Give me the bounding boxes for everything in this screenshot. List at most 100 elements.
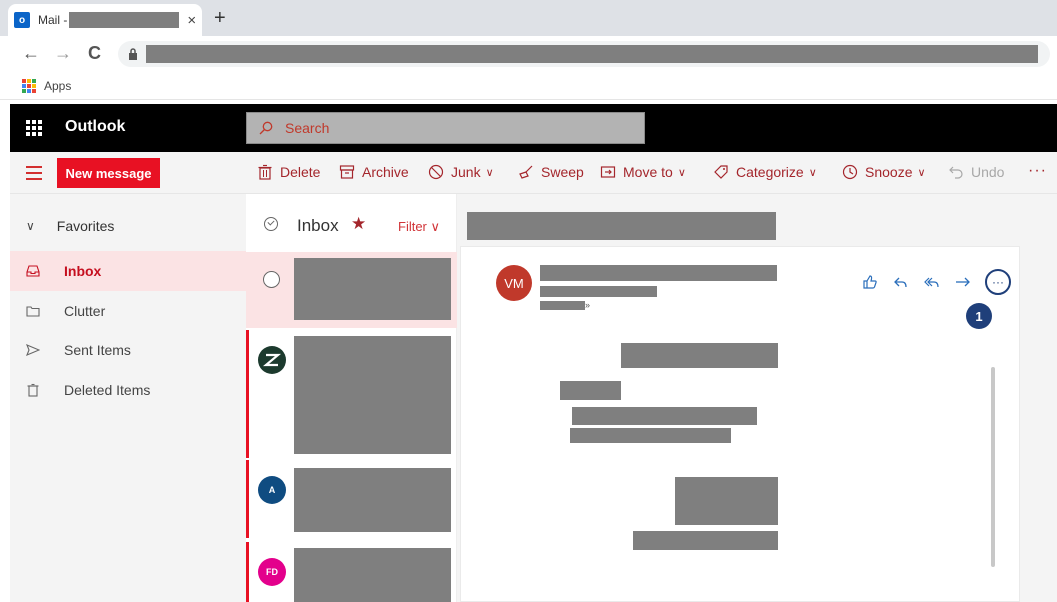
sidebar-item-clutter[interactable]: Clutter <box>10 291 246 331</box>
archive-icon <box>339 165 355 179</box>
junk-label: Junk <box>451 164 481 180</box>
zendesk-logo-icon <box>258 346 286 374</box>
chevron-down-icon: ∨ <box>485 166 494 179</box>
redacted-block <box>69 12 180 28</box>
redacted-sender <box>540 265 777 281</box>
sweep-label: Sweep <box>541 164 584 180</box>
reply-all-icon[interactable] <box>923 273 941 291</box>
redacted-subject <box>467 212 776 240</box>
folder-title: Inbox <box>297 216 339 235</box>
unread-indicator <box>246 460 249 538</box>
trash-icon <box>27 383 39 397</box>
address-bar[interactable] <box>118 41 1050 67</box>
like-icon[interactable] <box>861 273 879 291</box>
back-icon[interactable]: ← <box>22 43 40 64</box>
apps-bookmark[interactable]: Apps <box>44 79 71 93</box>
redacted-recipient <box>540 286 657 297</box>
avatar: A <box>258 476 286 504</box>
reload-icon[interactable]: C <box>88 43 101 64</box>
sweep-button[interactable]: Sweep <box>518 164 584 180</box>
favorite-star-icon[interactable]: ★ <box>351 214 366 234</box>
select-radio[interactable] <box>263 271 280 288</box>
avatar: FD <box>258 558 286 586</box>
select-all-icon[interactable] <box>264 217 278 231</box>
forward-icon[interactable]: → <box>54 43 72 64</box>
inbox-icon <box>26 265 40 277</box>
trash-icon <box>258 164 272 180</box>
redacted-block <box>294 468 451 532</box>
outlook-favicon-icon: o <box>14 12 30 28</box>
sidebar-item-deleted[interactable]: Deleted Items <box>10 370 246 410</box>
folder-pane: ∨ Favorites Inbox Clutter Sent Items Del… <box>10 194 246 602</box>
hamburger-menu-icon[interactable] <box>26 166 42 180</box>
junk-button[interactable]: Junk ∨ <box>428 164 494 180</box>
undo-icon <box>949 166 963 179</box>
scrollbar[interactable] <box>991 367 995 567</box>
apps-icon[interactable] <box>22 78 36 93</box>
lock-icon <box>129 48 137 60</box>
tab-close-icon[interactable]: × <box>187 12 196 29</box>
redacted-block <box>570 428 731 443</box>
list-item[interactable] <box>246 330 457 458</box>
redacted-block <box>675 477 778 525</box>
delete-button[interactable]: Delete <box>257 164 320 180</box>
new-tab-button[interactable]: + <box>214 7 226 30</box>
bookmarks-bar: Apps <box>0 72 1057 100</box>
block-icon <box>428 164 444 180</box>
more-commands-icon[interactable]: ··· <box>1028 162 1047 180</box>
snooze-button[interactable]: Snooze ∨ <box>842 164 926 180</box>
browser-window: o Mail - × + ← → C Apps Outlook Search N… <box>0 0 1057 602</box>
chevron-down-icon: ∨ <box>26 219 35 233</box>
more-actions-button[interactable]: ··· <box>985 269 1011 295</box>
search-placeholder: Search <box>285 120 330 136</box>
undo-label: Undo <box>971 164 1005 180</box>
categorize-button[interactable]: Categorize ∨ <box>713 164 817 180</box>
folder-icon <box>26 306 40 317</box>
undo-button[interactable]: Undo <box>948 164 1004 180</box>
snooze-label: Snooze <box>865 164 913 180</box>
app-launcher-icon[interactable] <box>26 120 42 136</box>
broom-icon <box>519 165 533 179</box>
browser-toolbar: ← → C <box>0 36 1057 72</box>
move-to-label: Move to <box>623 164 673 180</box>
new-message-button[interactable]: New message <box>57 158 160 188</box>
clock-icon <box>842 164 858 180</box>
search-icon <box>259 121 273 135</box>
outlook-header: Outlook Search <box>10 104 1057 152</box>
favorites-label: Favorites <box>56 218 115 234</box>
browser-tab[interactable]: o Mail - × <box>8 4 202 36</box>
sidebar-item-label: Clutter <box>64 303 106 319</box>
outlook-brand[interactable]: Outlook <box>65 118 125 136</box>
callout-badge: 1 <box>966 303 992 329</box>
sender-avatar: VM <box>496 265 532 301</box>
message-list-header: Inbox ★ Filter ∨ <box>246 194 457 250</box>
search-input[interactable]: Search <box>246 112 645 144</box>
archive-button[interactable]: Archive <box>339 164 409 180</box>
chevron-down-icon: ∨ <box>808 166 817 179</box>
message-card: VM » ··· 1 <box>460 246 1020 602</box>
redacted-block <box>621 343 778 368</box>
tab-strip: o Mail - × + <box>0 0 1057 36</box>
forward-icon[interactable] <box>954 273 972 291</box>
expand-icon[interactable]: » <box>585 300 590 310</box>
filter-button[interactable]: Filter ∨ <box>398 219 440 235</box>
folder-move-icon <box>600 166 616 178</box>
redacted-block <box>294 548 451 602</box>
message-list: Inbox ★ Filter ∨ A FD <box>246 194 457 602</box>
reply-icon[interactable] <box>892 273 910 291</box>
redacted-url <box>146 45 1038 63</box>
list-item[interactable] <box>246 252 457 328</box>
chevron-down-icon: ∨ <box>677 166 686 179</box>
move-to-button[interactable]: Move to ∨ <box>600 164 686 180</box>
list-item[interactable]: A <box>246 460 457 538</box>
redacted-block <box>572 407 757 425</box>
redacted-block <box>294 336 451 454</box>
sidebar-item-label: Deleted Items <box>64 382 151 398</box>
send-icon <box>26 343 40 357</box>
archive-label: Archive <box>362 164 409 180</box>
unread-indicator <box>246 330 249 458</box>
list-item[interactable]: FD <box>246 542 457 602</box>
sidebar-item-sent[interactable]: Sent Items <box>10 330 246 370</box>
sidebar-item-inbox[interactable]: Inbox <box>10 251 246 291</box>
favorites-header[interactable]: ∨ Favorites <box>26 218 114 234</box>
